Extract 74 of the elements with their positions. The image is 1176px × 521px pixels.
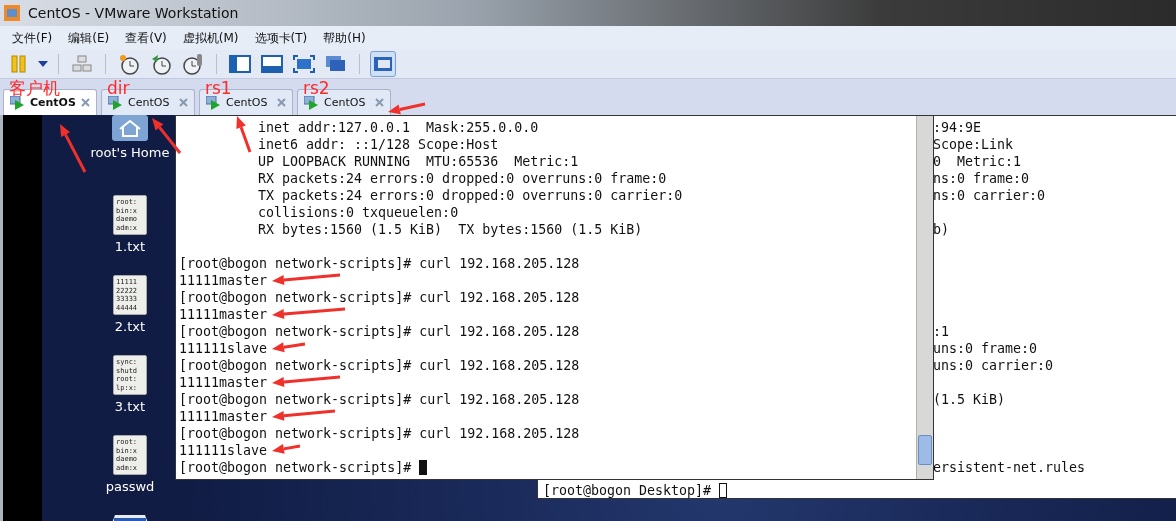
terminal-line: [root@bogon network-scripts]# curl 192.168.205.128 — [179, 391, 580, 408]
fullscreen-icon — [293, 55, 315, 73]
terminal-line: ns:0 frame:0 — [933, 170, 1030, 187]
arrow — [272, 342, 306, 353]
close-icon[interactable] — [81, 98, 90, 107]
vm-play-icon — [304, 95, 320, 110]
menu-item[interactable]: 编辑(E) — [60, 26, 118, 50]
caret-icon[interactable] — [38, 61, 48, 67]
terminal-line: :94:9E — [933, 119, 982, 136]
terminal-line: inet6 addr: ::1/128 Scope:Host — [258, 136, 499, 153]
panel-icon — [261, 55, 283, 73]
terminal-line: uns:0 frame:0 — [933, 340, 1038, 357]
windows-icon — [325, 55, 347, 73]
text-cursor — [719, 483, 728, 498]
arrow — [272, 273, 341, 285]
terminal-line: b) — [933, 221, 949, 238]
terminal-line: 111111slave — [179, 340, 268, 357]
arrow — [272, 443, 301, 454]
icon-label: passwd — [105, 479, 155, 494]
arrow — [236, 116, 252, 153]
terminal-line: UP LOOPBACK RUNNING MTU:65536 Metric:1 — [258, 153, 579, 170]
terminal-line: [root@bogon network-scripts]# curl 192.168.205.128 — [179, 255, 580, 272]
icon-label: 2.txt — [114, 319, 146, 334]
icon-label: 3.txt — [114, 399, 146, 414]
terminal-line: RX bytes:1560 (1.5 KiB) TX bytes:1560 (1.5 KiB) — [258, 221, 643, 238]
menu-item[interactable]: 查看(V) — [117, 26, 175, 50]
terminal-line: [root@bogon network-scripts]# curl 192.168.205.128 — [179, 425, 580, 442]
terminal-line: ns:0 carrier:0 — [933, 187, 1046, 204]
terminal-line: collisions:0 txqueuelen:0 — [258, 204, 459, 221]
vm-play-icon — [108, 95, 124, 110]
terminal-line: ersistent-net.rules — [933, 459, 1086, 476]
terminal-line: 11111master — [179, 306, 268, 323]
terminal-line: TX packets:24 errors:0 dropped:0 overruns:0 carrier:0 — [258, 187, 683, 204]
window-title: CentOS - VMware Workstation — [28, 5, 239, 21]
terminal-line: 11111master — [179, 374, 268, 391]
vm-play-icon — [10, 95, 26, 110]
terminal-line: uns:0 carrier:0 — [933, 357, 1054, 374]
terminal-line: 0 Metric:1 — [933, 153, 1022, 170]
arrow — [60, 124, 87, 173]
terminal-line: Scope:Link — [933, 136, 1014, 153]
icon-label: 1.txt — [114, 239, 146, 254]
console-button[interactable] — [370, 51, 396, 77]
icon-label: root's Home — [90, 145, 170, 160]
terminal-line: :1 — [933, 323, 949, 340]
terminal-line: 11111master — [179, 408, 268, 425]
screen-icon — [373, 56, 393, 72]
arrow — [272, 375, 341, 387]
terminal-line: [root@bogon network-scripts]# curl 192.168.205.128 — [179, 357, 580, 374]
arrow — [388, 102, 426, 115]
terminal-line: [root@bogon network-scripts]# — [179, 459, 412, 476]
app-icon — [4, 5, 20, 21]
home-folder-icon[interactable] — [112, 115, 148, 141]
menu-item[interactable]: 虚拟机(M) — [174, 26, 247, 50]
clock-icon — [118, 53, 140, 75]
scrollbar[interactable] — [916, 116, 933, 479]
menu-item[interactable]: 选项卡(T) — [246, 26, 316, 50]
terminal-line: RX packets:24 errors:0 dropped:0 overruns:0 frame:0 — [258, 170, 667, 187]
terminal-line: [root@bogon network-scripts]# curl 192.168.205.128 — [179, 323, 580, 340]
menu-item[interactable]: 帮助(H) — [315, 26, 374, 50]
terminal-line: [root@bogon network-scripts]# curl 192.168.205.128 — [179, 289, 580, 306]
clock-icon — [182, 53, 204, 75]
network-icon — [72, 55, 92, 73]
terminal-line: 111111slave — [179, 442, 268, 459]
text-cursor — [419, 460, 428, 475]
vm-play-icon — [206, 95, 222, 110]
terminal-line: inet addr:127.0.0.1 Mask:255.0.0.0 — [258, 119, 539, 136]
clock-icon — [150, 53, 172, 75]
pause-icon — [11, 55, 27, 73]
terminal-line: 11111master — [179, 272, 268, 289]
arrow — [272, 409, 336, 421]
sidebar-icon — [229, 55, 251, 73]
menu-item[interactable]: 文件(F) — [4, 26, 61, 50]
terminal-line: (1.5 KiB) — [933, 391, 1006, 408]
terminal-line: [root@bogon Desktop]# — [543, 482, 712, 499]
